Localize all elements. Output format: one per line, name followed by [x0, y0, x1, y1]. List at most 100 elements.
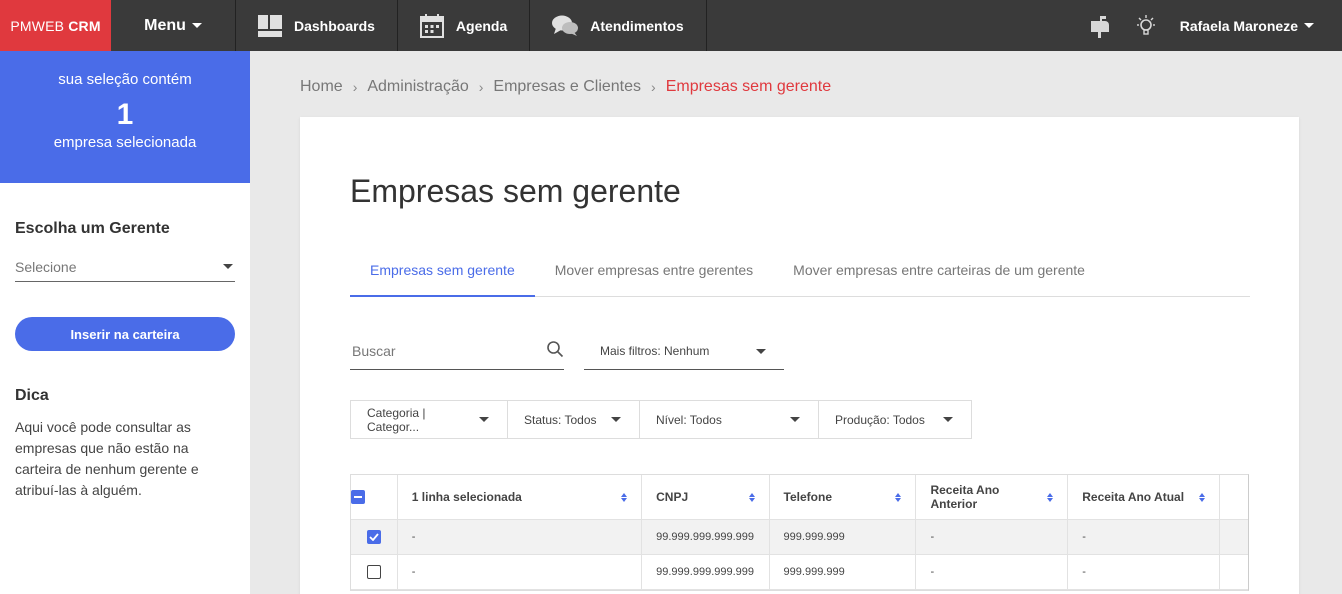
more-filters-select[interactable]: Mais filtros: Nenhum: [584, 333, 784, 370]
menu-label: Menu: [144, 16, 186, 34]
row-checkbox[interactable]: [366, 565, 381, 579]
companies-table: 1 linha selecionada CNPJ Telefone Receit…: [350, 474, 1249, 591]
chevron-right-icon: ›: [352, 79, 358, 95]
filter-nivel-label: Nível: Todos: [656, 412, 722, 427]
chevron-down-icon: [611, 417, 621, 422]
column-header-selection[interactable]: 1 linha selecionada: [398, 475, 643, 519]
column-label: Receita Ano Anterior: [930, 483, 1000, 511]
chevron-down-icon: [191, 23, 202, 28]
filter-nivel[interactable]: Nível: Todos: [640, 401, 819, 438]
brand-logo[interactable]: PMWEB CRM: [0, 0, 111, 51]
selection-line1: sua seleção contém: [58, 71, 192, 88]
table-header: 1 linha selecionada CNPJ Telefone Receit…: [351, 475, 1248, 520]
cell-name: -: [398, 520, 643, 554]
cell-receita-anterior: -: [916, 520, 1069, 554]
breadcrumb-empresas-clientes[interactable]: Empresas e Clientes: [493, 78, 641, 96]
manager-title: Escolha um Gerente: [15, 220, 170, 237]
column-label: Telefone: [783, 490, 832, 504]
brand-name: PMWEB: [10, 17, 65, 34]
column-header-extra: [1220, 475, 1248, 519]
selection-line2: empresa selecionada: [53, 134, 197, 151]
column-header-telefone[interactable]: Telefone: [770, 475, 917, 519]
tab-mover-entre-gerentes[interactable]: Mover empresas entre gerentes: [535, 249, 773, 297]
sort-icon[interactable]: [748, 492, 755, 502]
chevron-down-icon: [1304, 23, 1314, 28]
tab-mover-entre-carteiras[interactable]: Mover empresas entre carteiras de um ger…: [773, 249, 1105, 297]
breadcrumb-current: Empresas sem gerente: [665, 78, 832, 95]
filter-producao-label: Produção: Todos: [835, 412, 925, 427]
cell-telefone: 999.999.999: [770, 520, 917, 554]
menu-button[interactable]: Menu: [111, 0, 236, 51]
breadcrumb-home[interactable]: Home: [300, 78, 343, 96]
cell-receita-atual: -: [1068, 555, 1221, 589]
column-label: 1 linha selecionada: [411, 490, 522, 504]
search-input[interactable]: [350, 343, 530, 359]
cell-cnpj: 99.999.999.999.999: [642, 520, 770, 554]
manager-select-value: Selecione: [15, 258, 77, 275]
cell-extra: [1220, 520, 1248, 554]
more-filters-label: Mais filtros: Nenhum: [600, 344, 710, 358]
sort-icon[interactable]: [895, 492, 902, 502]
select-all-checkbox[interactable]: [351, 490, 365, 504]
column-header-receita-anterior[interactable]: Receita Ano Anterior: [916, 475, 1069, 519]
filter-categoria-label: Categoria | Categor...: [367, 405, 426, 434]
select-all-cell: [351, 475, 398, 519]
filter-bar: Categoria | Categor... Status: Todos Nív…: [350, 400, 972, 439]
nav-dashboards[interactable]: Dashboards: [236, 0, 398, 51]
row-select-cell: [351, 520, 398, 554]
search-icon[interactable]: [546, 340, 564, 363]
top-navbar: PMWEB CRM Menu Dashboards Agenda Atendime…: [0, 0, 1342, 51]
cell-receita-atual: -: [1068, 520, 1221, 554]
insert-button[interactable]: Inserir na carteira: [15, 317, 235, 351]
selection-summary: sua seleção contém 1 empresa selecionada: [0, 51, 250, 183]
calendar-icon: [419, 13, 444, 38]
mailbox-icon[interactable]: [1088, 14, 1112, 38]
tip-text: Aqui você pode consultar as empresas que…: [15, 419, 199, 498]
chevron-down-icon: [223, 264, 233, 269]
breadcrumb-administracao[interactable]: Administração: [367, 78, 468, 96]
column-header-receita-atual[interactable]: Receita Ano Atual: [1068, 475, 1221, 519]
page-title: Empresas sem gerente: [350, 173, 681, 209]
row-checkbox[interactable]: [366, 530, 381, 544]
main-card: Empresas sem gerente Empresas sem gerent…: [300, 117, 1299, 594]
selection-count: 1: [116, 98, 134, 131]
nav-atendimentos-label: Atendimentos: [590, 17, 684, 34]
search-box: [350, 333, 564, 370]
tabs: Empresas sem gerente Mover empresas entr…: [350, 249, 1250, 297]
column-label: Receita Ano Atual: [1082, 490, 1185, 504]
nav-dashboards-label: Dashboards: [294, 17, 375, 34]
table-row[interactable]: - 99.999.999.999.999 999.999.999 - -: [351, 520, 1248, 555]
manager-select[interactable]: Selecione: [15, 252, 235, 282]
tab-empresas-sem-gerente[interactable]: Empresas sem gerente: [350, 249, 535, 297]
column-label: CNPJ: [656, 490, 689, 504]
user-name: Rafaela Maroneze: [1179, 17, 1298, 34]
chevron-right-icon: ›: [651, 79, 656, 95]
nav-agenda-label: Agenda: [455, 17, 508, 34]
chevron-right-icon: ›: [478, 79, 484, 95]
filter-categoria[interactable]: Categoria | Categor...: [351, 401, 508, 438]
chevron-down-icon: [756, 348, 766, 354]
topbar-right: Rafaela Maroneze: [1088, 0, 1342, 51]
chevron-down-icon: [943, 417, 953, 422]
nav-agenda[interactable]: Agenda: [398, 0, 531, 51]
column-header-cnpj[interactable]: CNPJ: [642, 475, 770, 519]
cell-cnpj: 99.999.999.999.999: [642, 555, 770, 589]
dashboard-icon: [258, 14, 282, 37]
table-row[interactable]: - 99.999.999.999.999 999.999.999 - -: [351, 555, 1248, 590]
sidebar: sua seleção contém 1 empresa selecionada…: [0, 51, 250, 594]
tip-title: Dica: [15, 387, 49, 404]
cell-name: -: [398, 555, 643, 589]
row-select-cell: [351, 555, 398, 589]
sort-icon[interactable]: [621, 492, 628, 502]
chevron-down-icon: [479, 417, 489, 422]
breadcrumb: Home › Administração › Empresas e Client…: [300, 78, 831, 96]
filter-status[interactable]: Status: Todos: [508, 401, 640, 438]
sort-icon[interactable]: [1047, 492, 1054, 502]
sort-icon[interactable]: [1199, 492, 1206, 502]
user-menu[interactable]: Rafaela Maroneze: [1180, 18, 1314, 34]
cell-receita-anterior: -: [916, 555, 1069, 589]
lightbulb-icon[interactable]: [1134, 14, 1158, 38]
cell-telefone: 999.999.999: [770, 555, 917, 589]
filter-producao[interactable]: Produção: Todos: [819, 401, 971, 438]
nav-atendimentos[interactable]: Atendimentos: [530, 0, 707, 51]
